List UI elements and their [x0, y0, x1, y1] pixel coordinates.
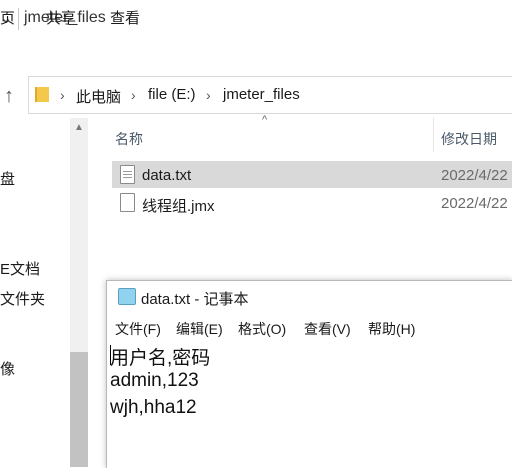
nav-item-documents[interactable]: E文档 — [0, 258, 40, 279]
menu-format[interactable]: 格式(O) — [238, 319, 286, 339]
tab-view[interactable]: 查看 — [110, 7, 140, 28]
breadcrumb-separator[interactable]: › — [60, 87, 65, 103]
breadcrumb-separator[interactable]: › — [206, 87, 211, 103]
menu-file[interactable]: 文件(F) — [115, 319, 161, 339]
nav-item-pictures[interactable]: 像 — [0, 358, 15, 379]
nav-scrollbar-thumb[interactable] — [70, 352, 88, 467]
file-date: 2022/4/22 — [441, 167, 508, 184]
sort-ascending-icon: ^ — [262, 114, 268, 126]
text-line: wjh,hha12 — [110, 397, 197, 418]
nav-item-folder[interactable]: 文件夹 — [0, 288, 45, 309]
breadcrumb-this-pc[interactable]: 此电脑 — [76, 86, 121, 107]
column-header-name[interactable]: 名称 — [115, 129, 143, 149]
tab-home[interactable]: 页 — [0, 7, 15, 28]
text-line: admin,123 — [110, 370, 199, 391]
notepad-title: data.txt - 记事本 — [141, 291, 249, 308]
breadcrumb-folder[interactable]: jmeter_files — [223, 86, 300, 103]
folder-icon — [35, 87, 49, 102]
notepad-icon — [118, 288, 136, 305]
menu-edit[interactable]: 编辑(E) — [176, 319, 223, 339]
column-header-date[interactable]: 修改日期 — [441, 129, 497, 149]
text-line: 用户名,密码 — [110, 348, 211, 369]
column-divider[interactable] — [433, 118, 434, 152]
up-arrow-icon[interactable]: ↑ — [4, 85, 14, 108]
nav-item-drive[interactable]: 盘 — [0, 168, 15, 189]
file-name[interactable]: data.txt — [142, 167, 191, 184]
scroll-up-arrow-icon[interactable]: ▲ — [70, 119, 88, 137]
breadcrumb-drive[interactable]: file (E:) — [148, 86, 196, 103]
ribbon-tabs — [0, 38, 512, 70]
menu-view[interactable]: 查看(V) — [304, 319, 351, 339]
breadcrumb-separator[interactable]: › — [131, 87, 136, 103]
title-divider — [18, 8, 19, 30]
menu-help[interactable]: 帮助(H) — [368, 319, 415, 339]
file-date: 2022/4/22 — [441, 195, 508, 212]
file-name[interactable]: 线程组.jmx — [142, 195, 215, 216]
file-icon — [120, 193, 135, 212]
tab-share[interactable]: 共享 — [46, 7, 76, 28]
text-file-icon — [120, 165, 135, 184]
